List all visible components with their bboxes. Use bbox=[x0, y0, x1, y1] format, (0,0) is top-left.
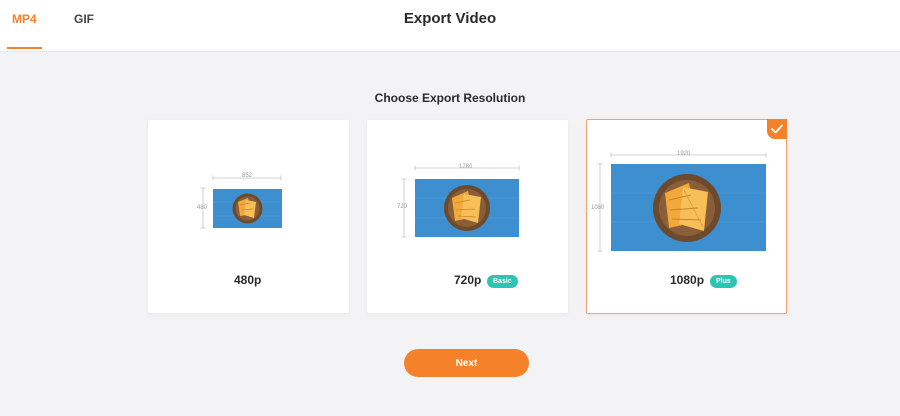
preview-480p-graphic bbox=[200, 175, 282, 229]
resolution-option-720p[interactable]: 1280 720 720p Basic bbox=[367, 120, 568, 313]
section-title: Choose Export Resolution bbox=[374, 91, 526, 105]
next-button[interactable]: Next bbox=[404, 349, 529, 377]
resolution-label-1080p: 1080p bbox=[670, 273, 705, 287]
preview-720p-graphic bbox=[401, 165, 520, 238]
page-title: Export Video bbox=[403, 10, 497, 27]
checkmark-icon bbox=[771, 124, 783, 134]
resolution-label-480p: 480p bbox=[234, 273, 262, 287]
dimension-width-720p: 1280 bbox=[459, 164, 473, 170]
dimension-height-480p: 480 bbox=[197, 205, 208, 211]
selected-badge bbox=[767, 119, 787, 139]
tier-badge-basic: Basic bbox=[487, 275, 518, 288]
resolution-option-1080p[interactable]: 1920 1080 1080p Plus bbox=[586, 119, 787, 314]
tier-badge-plus: Plus bbox=[710, 275, 737, 288]
dimension-height-720p: 720 bbox=[397, 204, 408, 210]
preview-1080p-graphic bbox=[597, 152, 767, 252]
dimension-width-1080p: 1920 bbox=[677, 151, 691, 157]
dimension-width-480p: 852 bbox=[242, 173, 253, 179]
active-tab-indicator bbox=[7, 47, 42, 49]
resolution-label-720p: 720p bbox=[454, 273, 482, 287]
top-bar: MP4 GIF Export Video bbox=[0, 0, 900, 52]
dimension-height-1080p: 1080 bbox=[591, 205, 605, 211]
resolution-option-480p[interactable]: 852 480 480p bbox=[148, 120, 349, 313]
